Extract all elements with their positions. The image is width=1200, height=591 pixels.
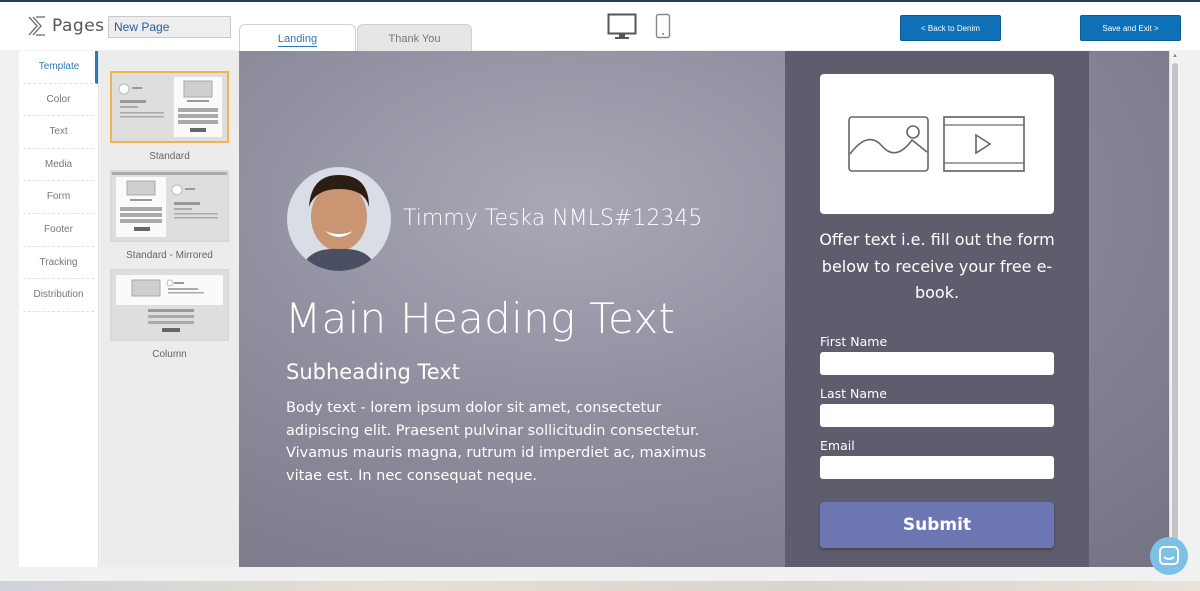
template-thumb-column[interactable] xyxy=(110,269,229,341)
sidebar-item-media[interactable]: Media xyxy=(23,149,94,182)
first-name-field[interactable] xyxy=(820,352,1054,375)
main-heading[interactable]: Main Heading Text xyxy=(285,294,675,343)
template-thumb-standard-mirrored[interactable] xyxy=(110,170,229,242)
sidebar-item-distribution[interactable]: Distribution xyxy=(23,279,94,312)
chat-support-button[interactable] xyxy=(1150,537,1188,575)
email-field[interactable] xyxy=(820,456,1054,479)
chat-bubble-icon xyxy=(1159,546,1179,565)
email-label: Email xyxy=(820,438,855,453)
profile-photo xyxy=(287,167,391,271)
offer-text[interactable]: Offer text i.e. fill out the form below … xyxy=(803,227,1071,307)
template-thumb-standard[interactable] xyxy=(110,71,229,143)
template-label-standard-mirrored: Standard - Mirrored xyxy=(126,250,213,261)
last-name-field[interactable] xyxy=(820,404,1054,427)
video-icon xyxy=(943,116,1025,172)
template-label-column: Column xyxy=(152,349,187,360)
app-logo[interactable]: Pages xyxy=(28,16,105,36)
template-label-standard: Standard xyxy=(149,151,190,162)
mobile-view-icon[interactable] xyxy=(655,13,671,44)
person-avatar-icon xyxy=(287,167,391,271)
sidebar-item-text[interactable]: Text xyxy=(23,116,94,149)
agent-name[interactable]: Timmy Teska NMLS#12345 xyxy=(403,206,702,231)
template-column-preview xyxy=(112,271,227,339)
bottom-strip xyxy=(0,581,1200,591)
tab-thank-you[interactable]: Thank You xyxy=(357,24,472,51)
template-standard-preview xyxy=(112,73,227,141)
image-icon xyxy=(848,116,929,172)
app-name: Pages xyxy=(52,16,105,36)
sidebar-item-tracking[interactable]: Tracking xyxy=(23,247,94,280)
scroll-thumb[interactable] xyxy=(1172,63,1178,555)
last-name-label: Last Name xyxy=(820,386,887,401)
media-placeholder[interactable] xyxy=(820,74,1054,214)
desktop-view-icon[interactable] xyxy=(607,13,637,46)
canvas-scrollbar[interactable]: ▲ xyxy=(1169,51,1180,567)
top-bar: Pages New Page < Back to Denim Save and … xyxy=(0,2,1200,50)
tab-thank-you-label: Thank You xyxy=(388,33,441,45)
save-and-exit-button[interactable]: Save and Exit > xyxy=(1080,15,1181,41)
first-name-label: First Name xyxy=(820,334,888,349)
tab-landing-label: Landing xyxy=(277,33,318,47)
settings-sidebar: Template Color Text Media Form Footer Tr… xyxy=(19,51,99,567)
pages-logo-icon xyxy=(28,16,45,36)
page-name-input[interactable]: New Page xyxy=(108,16,231,38)
form-panel: Offer text i.e. fill out the form below … xyxy=(785,51,1089,567)
sub-heading[interactable]: Subheading Text xyxy=(286,360,460,384)
sidebar-item-form[interactable]: Form xyxy=(23,181,94,214)
media-placeholder-icons xyxy=(848,116,1025,172)
submit-button[interactable]: Submit xyxy=(820,502,1054,548)
template-panel: Standard Standard - Mirrored Column xyxy=(100,51,239,567)
tab-landing[interactable]: Landing xyxy=(239,24,356,51)
sidebar-item-color[interactable]: Color xyxy=(23,84,94,117)
sidebar-item-footer[interactable]: Footer xyxy=(23,214,94,247)
template-mirrored-preview xyxy=(112,172,227,240)
sidebar-item-template[interactable]: Template xyxy=(23,51,98,84)
back-to-denim-button[interactable]: < Back to Denim xyxy=(900,15,1001,41)
landing-page-preview: Timmy Teska NMLS#12345 Main Heading Text… xyxy=(239,51,1169,567)
body-text[interactable]: Body text - lorem ipsum dolor sit amet, … xyxy=(286,397,716,487)
scroll-up-arrow-icon[interactable]: ▲ xyxy=(1172,53,1178,59)
